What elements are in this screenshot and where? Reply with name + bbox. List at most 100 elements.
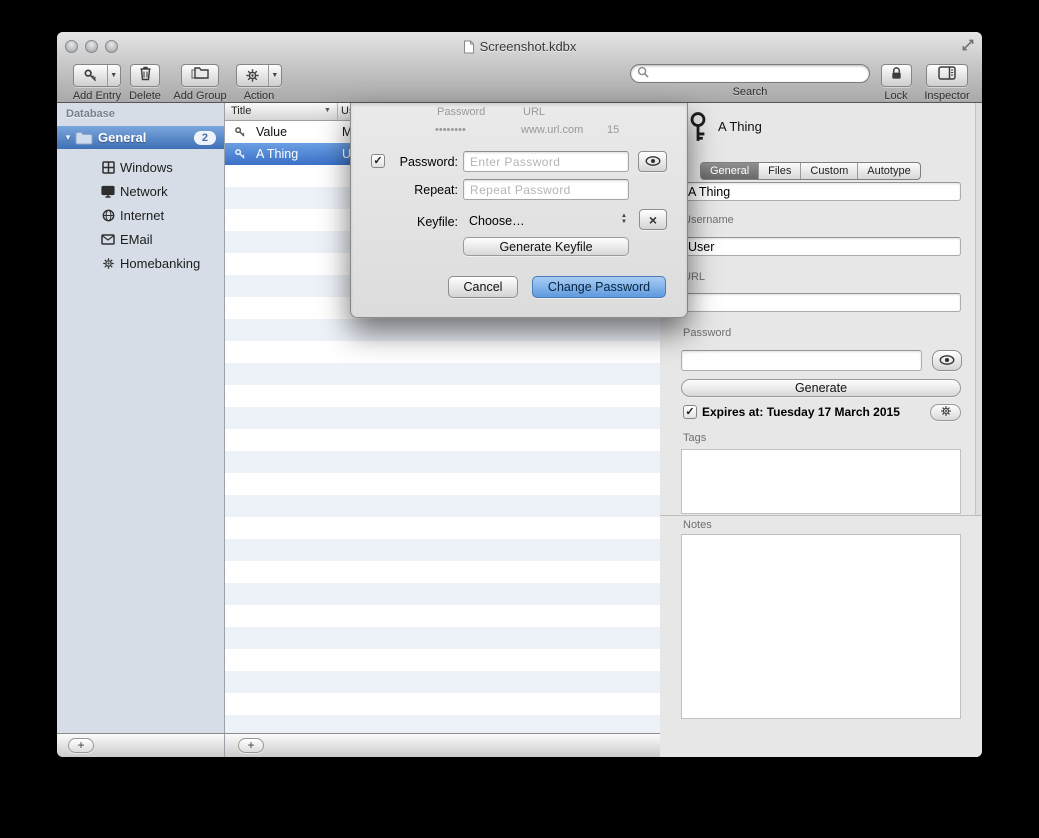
chevron-down-icon[interactable]: ▼ <box>269 65 281 86</box>
search-input[interactable] <box>653 67 863 81</box>
eye-icon <box>645 153 661 171</box>
window-title-area: Screenshot.kdbx <box>217 38 822 55</box>
minimize-button[interactable] <box>85 40 98 53</box>
inspector-scrollbar[interactable] <box>975 103 982 515</box>
lock-icon <box>890 66 903 86</box>
dimmed-url-value: www.url.com <box>521 124 583 136</box>
sheet-show-password-button[interactable] <box>638 151 667 172</box>
generate-password-button[interactable]: Generate <box>681 379 961 397</box>
expires-label: Expires at: Tuesday 17 March 2015 <box>702 405 900 419</box>
dimmed-password-column-header: Password <box>437 106 485 118</box>
add-entry-plus-button[interactable]: + <box>238 738 264 753</box>
window-title: Screenshot.kdbx <box>480 39 577 54</box>
toolbar-item-inspector: Inspector <box>919 64 975 102</box>
delete-button[interactable] <box>130 64 160 87</box>
change-password-sheet: Password URL •••••••• www.url.com 15 ✓ P… <box>350 103 688 318</box>
sidebar-item-label: Internet <box>120 208 164 223</box>
group-count-badge: 2 <box>194 131 216 145</box>
add-entry-label: Add Entry <box>73 90 121 102</box>
tab-general[interactable]: General <box>701 163 759 179</box>
clear-icon: × <box>649 213 657 227</box>
sidebar-header: Database <box>66 108 115 120</box>
folders-icon <box>190 66 210 86</box>
key-icon <box>234 126 248 138</box>
search-field[interactable] <box>630 64 870 83</box>
action-button[interactable]: ▼ <box>236 64 282 87</box>
sidebar-bottom-bar: + <box>57 733 225 757</box>
sidebar-item-label: EMail <box>120 232 153 247</box>
folder-icon <box>75 131 93 145</box>
password-field[interactable] <box>681 350 922 371</box>
sidebar-group-label: General <box>98 130 146 145</box>
tab-custom[interactable]: Custom <box>801 163 858 179</box>
sidebar-item-label: Windows <box>120 160 173 175</box>
add-entry-button[interactable]: ▼ <box>73 64 121 87</box>
show-password-button[interactable] <box>932 350 962 371</box>
url-field[interactable] <box>681 293 961 312</box>
title-field[interactable] <box>681 182 961 201</box>
email-icon <box>100 234 116 245</box>
window-chrome: Screenshot.kdbx ▼ Add Entry Delete <box>57 32 982 103</box>
section-divider <box>660 515 982 516</box>
expires-checkbox[interactable]: ✓ <box>683 405 697 419</box>
sidebar-item-internet[interactable]: Internet <box>57 203 224 227</box>
tags-input[interactable] <box>681 449 961 514</box>
key-icon <box>234 148 248 160</box>
tags-label: Tags <box>683 432 706 444</box>
inspector-tabs: General Files Custom Autotype <box>700 162 921 180</box>
entry-title-cell: A Thing <box>256 147 334 161</box>
inspector-button[interactable] <box>926 64 968 87</box>
add-group-plus-button[interactable]: + <box>68 738 94 753</box>
document-icon <box>463 40 475 54</box>
inspector-label: Inspector <box>924 90 969 102</box>
column-divider[interactable] <box>337 103 338 120</box>
table-bottom-bar: + <box>225 733 660 757</box>
username-field[interactable] <box>681 237 961 256</box>
password-label: Password <box>683 327 731 339</box>
sidebar-item-email[interactable]: EMail <box>57 227 224 251</box>
disclosure-triangle-icon[interactable]: ▼ <box>61 133 75 142</box>
chevron-down-icon[interactable]: ▼ <box>108 65 120 86</box>
zoom-button[interactable] <box>105 40 118 53</box>
sidebar-item-windows[interactable]: Windows <box>57 155 224 179</box>
fullscreen-icon[interactable] <box>961 38 975 52</box>
inspector-panel: A Thing General Files Custom Autotype Us… <box>660 103 982 757</box>
app-window: Screenshot.kdbx ▼ Add Entry Delete <box>57 32 982 757</box>
sidebar-item-homebanking[interactable]: Homebanking <box>57 251 224 275</box>
password-checkbox[interactable]: ✓ <box>371 154 385 168</box>
keyfile-popup-value[interactable]: Choose… <box>469 214 525 228</box>
cancel-button[interactable]: Cancel <box>448 276 518 298</box>
toolbar-item-search: Search <box>622 64 878 98</box>
close-button[interactable] <box>65 40 78 53</box>
sheet-password-input[interactable] <box>463 151 629 172</box>
eye-icon <box>939 352 955 370</box>
column-header-title[interactable]: Title <box>231 105 251 117</box>
tab-files[interactable]: Files <box>759 163 801 179</box>
add-group-button[interactable] <box>181 64 219 87</box>
add-group-label: Add Group <box>173 90 226 102</box>
generate-keyfile-button[interactable]: Generate Keyfile <box>463 237 629 256</box>
gear-icon <box>940 405 952 420</box>
inspector-panel-icon <box>938 66 956 85</box>
action-label: Action <box>244 90 275 102</box>
tab-autotype[interactable]: Autotype <box>858 163 919 179</box>
sidebar-item-network[interactable]: Network <box>57 179 224 203</box>
popup-stepper-icon[interactable]: ▲▼ <box>621 213 627 225</box>
lock-button[interactable] <box>881 64 912 87</box>
key-icon <box>74 65 107 86</box>
sidebar-group-general[interactable]: ▼ General 2 <box>57 126 224 149</box>
homebanking-icon <box>100 257 116 270</box>
dimmed-url-column-header: URL <box>523 106 545 118</box>
change-password-button[interactable]: Change Password <box>532 276 666 298</box>
dimmed-extra-value: 15 <box>607 124 619 136</box>
search-label: Search <box>733 86 768 98</box>
inspector-entry-title: A Thing <box>718 119 762 134</box>
sheet-repeat-input[interactable] <box>463 179 629 200</box>
username-label: Username <box>683 214 734 226</box>
trash-icon <box>138 65 153 86</box>
windows-icon <box>100 161 116 174</box>
sort-indicator-icon: ▼ <box>324 107 331 114</box>
expires-settings-button[interactable] <box>930 404 961 421</box>
clear-keyfile-button[interactable]: × <box>639 209 667 230</box>
notes-input[interactable] <box>681 534 961 719</box>
